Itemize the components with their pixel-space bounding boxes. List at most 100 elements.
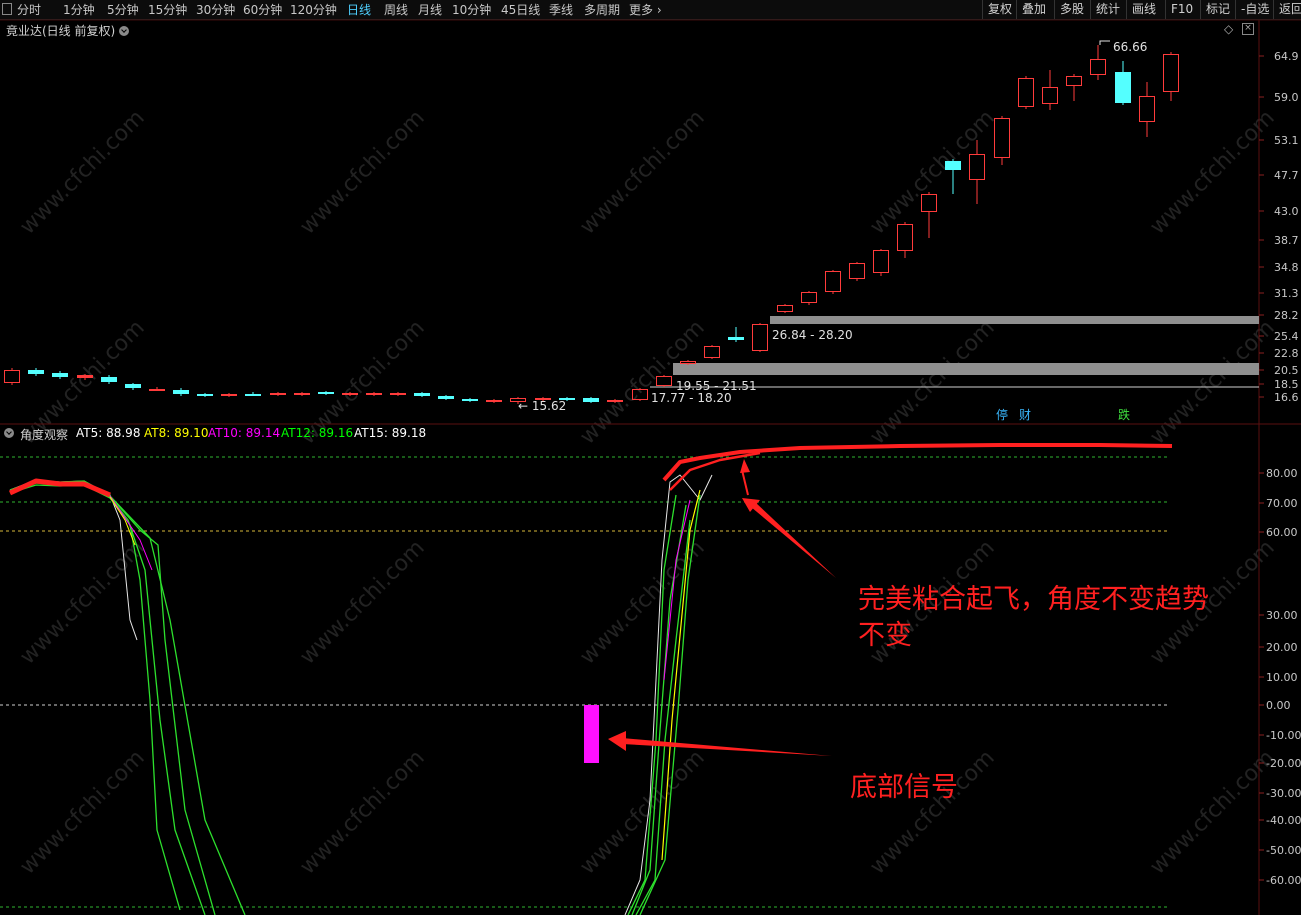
indicator-name[interactable]: 角度观察 (20, 426, 68, 443)
halt-tag[interactable]: 停 (995, 406, 1009, 423)
candle-body-up (632, 389, 648, 400)
candle-body-down (945, 161, 961, 170)
candle-body-up (680, 361, 696, 364)
candle-body-flat (270, 393, 286, 395)
candle-body-down (197, 394, 213, 396)
chart-canvas: 64.9 59.0 53.1 47.7 43.0 38.7 34.8 31.3 28.2 25.4… (0, 19, 1301, 915)
drop-tag[interactable]: 跌 (1117, 406, 1131, 423)
candle-body-flat (294, 393, 310, 395)
indicator-axis-label: -30.00 (1266, 787, 1301, 800)
candle-body-up (825, 271, 841, 292)
candle-body-up (921, 194, 937, 212)
candle-body-flat (607, 400, 623, 402)
window-close-icon[interactable]: × (1242, 23, 1254, 35)
candle-body-down (728, 337, 744, 340)
candle-body-flat (390, 393, 406, 395)
at12-line-left-4 (9, 480, 246, 915)
candle-body-up (994, 118, 1010, 158)
bottom-signal-arrow-shaft (622, 738, 832, 756)
indicator-toggle-icon[interactable] (4, 426, 14, 440)
candle-body-down (101, 377, 117, 382)
at12-value: AT12: 89.16 (281, 426, 354, 440)
zone3-label: 17.77 - 18.20 (651, 391, 732, 405)
high-marker-icon (1099, 40, 1110, 45)
candle-body-flat (366, 393, 382, 395)
zone-band-middle (673, 363, 1259, 375)
candle-body-up (897, 224, 913, 251)
candle-body-down (173, 390, 189, 394)
zone1-label: 26.84 - 28.20 (772, 328, 853, 342)
at15-value: AT15: 89.18 (354, 426, 427, 440)
indicator-axis-label: -10.00 (1266, 729, 1301, 742)
candle-body-flat (342, 393, 358, 395)
indicator-axis-label: -40.00 (1266, 814, 1301, 827)
flyoff-arrow-2-head (740, 459, 750, 473)
indicator-axis-label: 30.00 (1266, 609, 1298, 622)
price-axis-label: 43.0 (1274, 205, 1299, 218)
indicator-axis-label: -60.00 (1266, 874, 1301, 887)
candle-body-up (1139, 96, 1155, 122)
candle-body-up (1066, 76, 1082, 86)
low-price-label: ← 15.62 (518, 399, 566, 413)
indicator-axis-label: 10.00 (1266, 671, 1298, 684)
candle-body-flat (77, 375, 93, 378)
candle-body-flat (149, 389, 165, 391)
price-axis-label: 53.1 (1274, 134, 1299, 147)
at10-line-right (663, 499, 691, 681)
candle-body-up (1090, 59, 1106, 75)
plateau-left (8, 478, 111, 498)
price-axis-label: 25.4 (1274, 330, 1299, 343)
candle-body-up (1163, 54, 1179, 92)
zone-band-upper (770, 316, 1259, 324)
diamond-icon[interactable]: ◇ (1224, 22, 1233, 36)
indicator-axis-label: 60.00 (1266, 526, 1298, 539)
indicator-axis-label: 0.00 (1266, 699, 1291, 712)
candle-body-up (704, 346, 720, 358)
at8-value: AT8: 89.10 (144, 426, 209, 440)
plateau-right (662, 443, 1173, 482)
dropdown-icon[interactable] (119, 26, 130, 36)
candle-body-up (801, 292, 817, 303)
candle-body-down (462, 399, 478, 401)
at10-value: AT10: 89.14 (208, 426, 281, 440)
candle-body-down (318, 392, 334, 394)
candle-body-up (4, 370, 20, 383)
price-axis-label: 47.7 (1274, 169, 1299, 182)
candle-body-down (414, 393, 430, 396)
price-axis-label: 28.2 (1274, 309, 1299, 322)
indicator-axis-label: -20.00 (1266, 757, 1301, 770)
indicator-axis-label: 80.00 (1266, 467, 1298, 480)
price-axis-label: 64.9 (1274, 50, 1299, 63)
high-price-label: 66.66 (1113, 40, 1147, 54)
at12-line-left-2 (9, 482, 206, 915)
stock-title[interactable]: 竟业达(日线 前复权) (6, 22, 130, 39)
price-axis-label: 38.7 (1274, 234, 1299, 247)
flyoff-note: 完美粘合起飞，角度不变趋势 不变 (858, 582, 1209, 655)
flyoff-note-line2: 不变 (858, 620, 912, 652)
candle-body-down (28, 370, 44, 374)
bottom-signal-note: 底部信号 (850, 772, 958, 803)
candle-body-down (438, 396, 454, 399)
finance-tag[interactable]: 财 (1018, 406, 1032, 423)
price-axis-label: 59.0 (1274, 91, 1299, 104)
price-axis-label: 16.6 (1274, 391, 1299, 404)
price-axis-label: 20.5 (1274, 364, 1299, 377)
bottom-signal-bar (584, 705, 599, 763)
flyoff-note-line1: 完美粘合起飞，角度不变趋势 (858, 584, 1209, 615)
candle-body-down (125, 384, 141, 388)
indicator-axis-label: 20.00 (1266, 641, 1298, 654)
candle-body-down (583, 398, 599, 402)
candle-body-up (849, 263, 865, 279)
stock-title-text: 竟业达(日线 前复权) (6, 24, 116, 38)
price-axis-label: 18.5 (1274, 378, 1299, 391)
flyoff-arrow-2-shaft (741, 469, 749, 496)
candle-body-down (245, 394, 261, 396)
candle-body-down (52, 373, 68, 377)
price-axis-label: 34.8 (1274, 261, 1299, 274)
candle-body-up (656, 376, 672, 386)
price-axis-label: 31.3 (1274, 287, 1299, 300)
flyoff-arrow-1-shaft (751, 502, 836, 578)
candle-body-down (1115, 72, 1131, 103)
candle-body-flat (221, 394, 237, 396)
indicator-axis-label: 70.00 (1266, 497, 1298, 510)
